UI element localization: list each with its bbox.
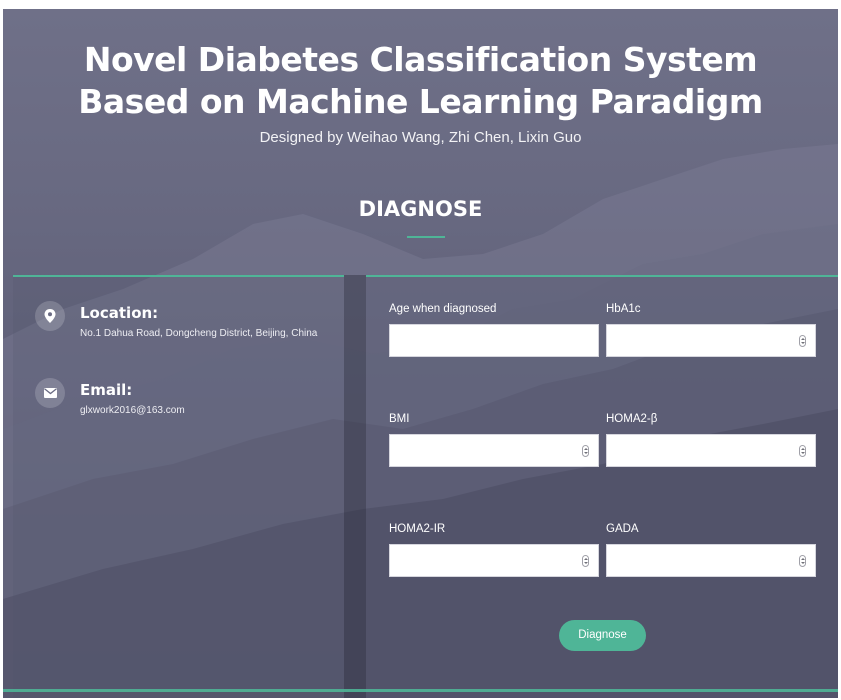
- gada-field: GADA: [606, 522, 816, 577]
- map-pin-icon: [35, 301, 65, 331]
- hba1c-field: HbA1c: [606, 302, 816, 357]
- contact-panel: Location: No.1 Dahua Road, Dongcheng Dis…: [13, 275, 344, 698]
- spinner-icon[interactable]: [799, 335, 806, 347]
- homa2-beta-label: HOMA2-β: [606, 413, 658, 425]
- hba1c-label: HbA1c: [606, 303, 641, 315]
- homa2-ir-input[interactable]: [389, 544, 599, 577]
- spinner-icon[interactable]: [582, 445, 589, 457]
- age-when-diagnosed-field: Age when diagnosed: [389, 302, 599, 357]
- spinner-icon[interactable]: [799, 555, 806, 567]
- section-title: DIAGNOSE: [358, 197, 483, 221]
- hba1c-input[interactable]: [606, 324, 816, 357]
- gada-input[interactable]: [606, 544, 816, 577]
- page-title-line-1: Novel Diabetes Classification System: [83, 40, 758, 79]
- location-item: Location: No.1 Dahua Road, Dongcheng Dis…: [35, 301, 335, 361]
- email-value: glxwork2016@163.com: [80, 405, 185, 416]
- page-header: Novel Diabetes Classification System Bas…: [3, 39, 838, 147]
- homa2-ir-label: HOMA2-IR: [389, 523, 446, 535]
- homa2-beta-field: HOMA2-β: [606, 412, 816, 467]
- email-item: Email: glxwork2016@163.com: [35, 378, 335, 428]
- bmi-field: BMI: [389, 412, 599, 467]
- envelope-icon: [35, 378, 65, 408]
- diagnose-button[interactable]: Diagnose: [559, 620, 646, 651]
- location-value: No.1 Dahua Road, Dongcheng District, Bei…: [80, 328, 318, 339]
- age-when-diagnosed-label: Age when diagnosed: [389, 303, 497, 315]
- homa2-beta-input[interactable]: [606, 434, 816, 467]
- bmi-label: BMI: [389, 413, 410, 425]
- section-underline: [407, 236, 445, 238]
- homa2-ir-field: HOMA2-IR: [389, 522, 599, 577]
- age-when-diagnosed-input[interactable]: [389, 324, 599, 357]
- page-subtitle: Designed by Weihao Wang, Zhi Chen, Lixin…: [259, 129, 582, 146]
- email-label: Email:: [80, 381, 133, 399]
- bottom-accent-line: [3, 689, 838, 692]
- bmi-input[interactable]: [389, 434, 599, 467]
- page-title-line-2: Based on Machine Learning Paradigm: [78, 82, 763, 121]
- spinner-icon[interactable]: [799, 445, 806, 457]
- panel-divider: [344, 275, 366, 698]
- gada-label: GADA: [606, 523, 639, 535]
- spinner-icon[interactable]: [582, 555, 589, 567]
- location-label: Location:: [80, 304, 159, 322]
- page-background: Novel Diabetes Classification System Bas…: [3, 9, 838, 698]
